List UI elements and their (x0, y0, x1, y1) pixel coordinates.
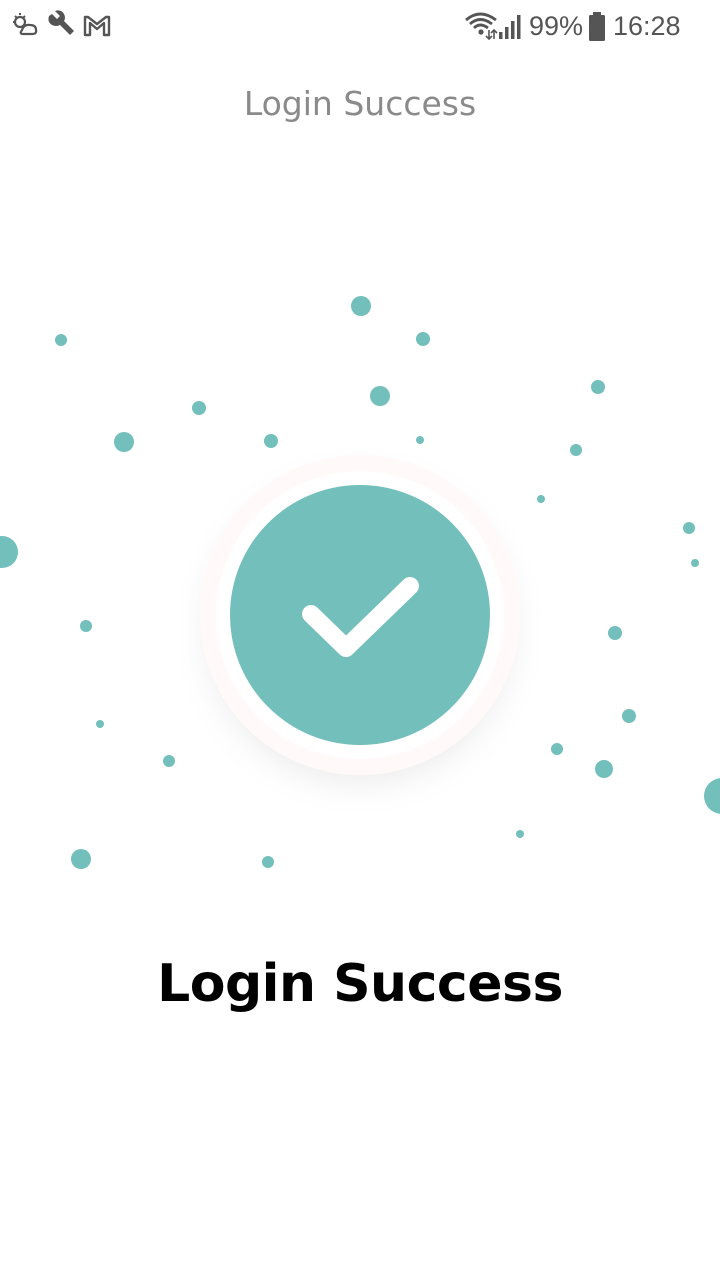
success-illustration (0, 296, 720, 869)
success-message: Login Success (157, 954, 563, 1014)
success-circle (230, 485, 490, 745)
